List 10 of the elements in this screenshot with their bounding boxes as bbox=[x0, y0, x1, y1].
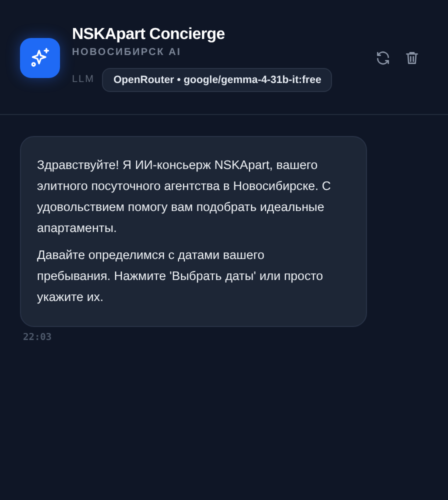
message-time: 22:03 bbox=[23, 332, 52, 343]
sparkle-avatar-icon bbox=[20, 38, 60, 78]
chat-title: NSKApart Concierge bbox=[72, 24, 226, 44]
delete-button[interactable] bbox=[404, 50, 420, 66]
llm-label: LLM bbox=[72, 74, 94, 85]
chat-subtitle: НОВОСИБИРСК AI bbox=[72, 46, 182, 58]
message-text: Здравствуйте! Я ИИ-консьерж NSKApart, вашего элитного посуточного агентства в Новосибирске. С удовольствием помогу вам подобрать идеальные апартаменты. bbox=[37, 157, 332, 237]
refresh-button[interactable] bbox=[375, 50, 391, 66]
message-text: Давайте определимся с датами вашего пребывания. Нажмите 'Выбрать даты' или просто укажите их. bbox=[37, 247, 324, 306]
model-badge: OpenRouter • google/gemma-4-31b-it:free bbox=[102, 68, 332, 92]
